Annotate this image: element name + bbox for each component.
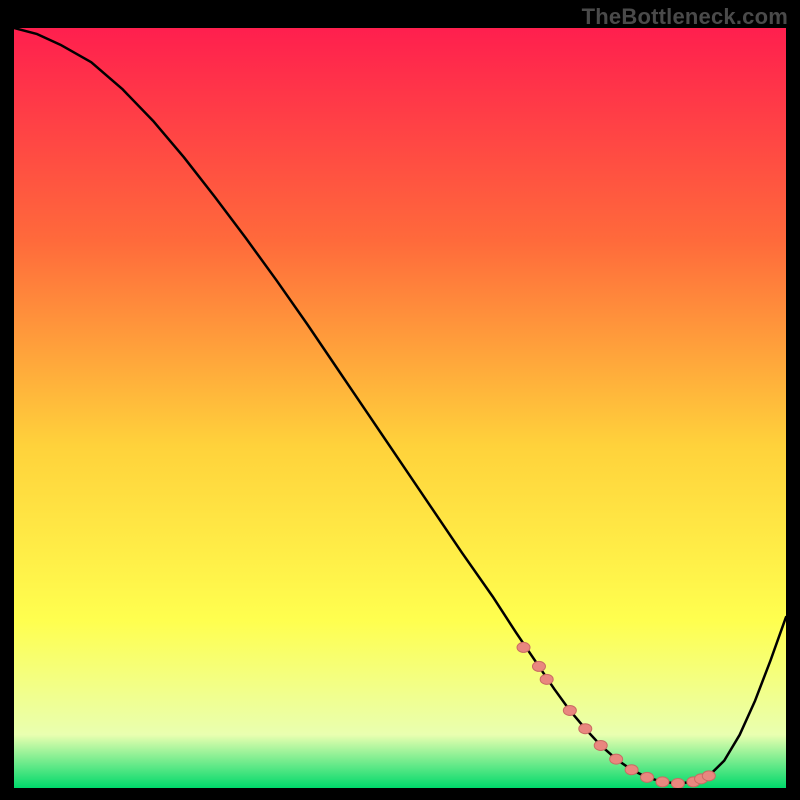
- marker-point: [671, 778, 684, 788]
- marker-point: [656, 777, 669, 787]
- chart-frame: TheBottleneck.com: [0, 0, 800, 800]
- marker-point: [625, 765, 638, 775]
- marker-point: [540, 674, 553, 684]
- plot-area: [14, 28, 786, 788]
- marker-point: [594, 740, 607, 750]
- chart-svg: [14, 28, 786, 788]
- marker-point: [702, 771, 715, 781]
- marker-point: [641, 772, 654, 782]
- marker-point: [532, 661, 545, 671]
- marker-point: [563, 705, 576, 715]
- marker-point: [579, 724, 592, 734]
- watermark-text: TheBottleneck.com: [582, 4, 788, 30]
- gradient-background: [14, 28, 786, 788]
- marker-point: [517, 642, 530, 652]
- marker-point: [610, 754, 623, 764]
